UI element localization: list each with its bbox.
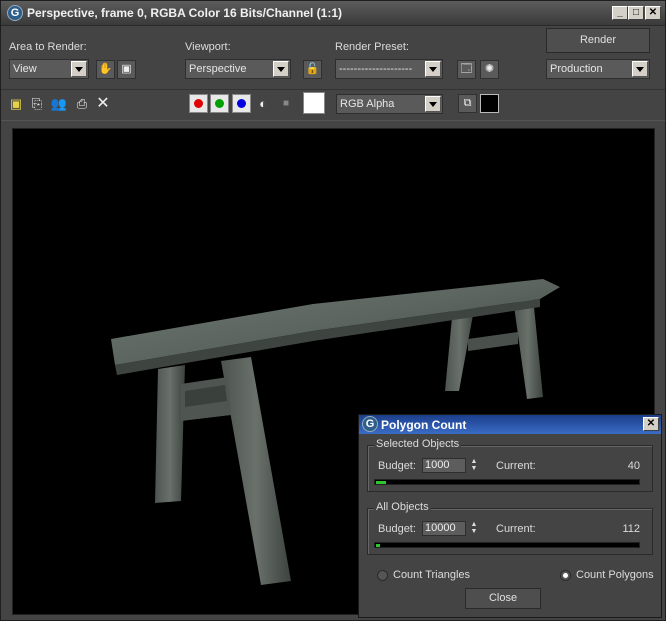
all-progress-bar <box>374 542 640 548</box>
print-icon[interactable]: ⎙ <box>73 95 91 113</box>
count-polygons-label[interactable]: Count Polygons <box>576 569 654 581</box>
pixel-color-swatch[interactable] <box>303 92 325 114</box>
viewport-dropdown[interactable]: Perspective <box>185 59 291 79</box>
display-toggle-icon[interactable] <box>480 94 499 113</box>
viewport-label: Viewport: <box>185 41 231 53</box>
green-channel-toggle[interactable] <box>210 94 229 113</box>
viewport-value: Perspective <box>189 63 247 75</box>
dialog-title: Polygon Count <box>381 418 467 432</box>
all-objects-group: All Objects Budget: 10000 ▲ ▼ Current: 11… <box>367 501 653 555</box>
hand-icon[interactable]: ✋ <box>96 60 115 79</box>
title-bar: G Perspective, frame 0, RGBA Color 16 Bi… <box>1 1 665 26</box>
rendered-frame-window: G Perspective, frame 0, RGBA Color 16 Bi… <box>0 0 666 621</box>
all-current-label: Current: <box>496 523 536 535</box>
color-swatch-icon: ■ <box>282 98 290 109</box>
all-objects-caption: All Objects <box>374 501 431 513</box>
lock-icon[interactable]: 🔓 <box>303 60 322 79</box>
area-to-render-dropdown[interactable]: View <box>9 59 89 79</box>
render-mode-dropdown[interactable]: Production <box>546 59 650 79</box>
render-button[interactable]: Render <box>546 28 650 53</box>
toggle-ui-overlay-icon[interactable]: ⧉ <box>458 94 477 113</box>
count-polygons-radio[interactable] <box>560 570 571 581</box>
chevron-down-icon <box>273 61 289 77</box>
red-channel-toggle[interactable] <box>189 94 208 113</box>
area-to-render-label: Area to Render: <box>9 41 87 53</box>
environment-icon[interactable]: ✺ <box>480 60 499 79</box>
render-preset-label: Render Preset: <box>335 41 409 53</box>
window-title: Perspective, frame 0, RGBA Color 16 Bits… <box>27 6 342 20</box>
dialog-close-icon[interactable]: ✕ <box>643 417 659 431</box>
selected-objects-caption: Selected Objects <box>374 438 462 450</box>
app-logo-icon: G <box>7 5 23 21</box>
close-button[interactable]: Close <box>465 588 541 609</box>
chevron-down-icon <box>71 61 87 77</box>
polygon-count-dialog: G Polygon Count ✕ Selected Objects Budge… <box>358 414 662 618</box>
count-triangles-radio[interactable] <box>377 570 388 581</box>
copy-icon[interactable]: ⎘ <box>28 95 46 113</box>
render-setup-icon[interactable]: 🗔 <box>457 60 476 79</box>
minimize-button[interactable]: _ <box>612 6 628 20</box>
selected-budget-input[interactable]: 1000 <box>422 458 466 473</box>
selected-budget-label: Budget: <box>378 460 416 472</box>
channel-display-value: RGB Alpha <box>340 98 395 110</box>
region-icon[interactable]: ▣ <box>117 60 136 79</box>
all-budget-spinner[interactable]: ▲ ▼ <box>468 521 480 536</box>
render-preset-value: -------------------- <box>339 63 413 75</box>
blue-channel-toggle[interactable] <box>232 94 251 113</box>
count-triangles-label[interactable]: Count Triangles <box>393 569 470 581</box>
chevron-down-icon <box>425 96 441 112</box>
render-mode-value: Production <box>550 63 603 75</box>
all-progress-fill <box>376 544 380 547</box>
render-preset-dropdown[interactable]: -------------------- <box>335 59 443 79</box>
all-budget-label: Budget: <box>378 523 416 535</box>
selected-progress-bar <box>374 479 640 485</box>
selected-progress-fill <box>376 481 386 484</box>
dialog-title-bar: G Polygon Count ✕ <box>359 415 661 434</box>
selected-objects-group: Selected Objects Budget: 1000 ▲ ▼ Current… <box>367 438 653 492</box>
selected-budget-spinner[interactable]: ▲ ▼ <box>468 458 480 473</box>
all-budget-input[interactable]: 10000 <box>422 521 466 536</box>
clear-icon[interactable]: ✕ <box>94 95 112 113</box>
all-current-value: 112 <box>622 523 640 535</box>
chevron-down-icon <box>632 61 648 77</box>
chevron-down-icon <box>425 61 441 77</box>
maximize-button[interactable]: □ <box>628 6 644 20</box>
clone-window-icon[interactable]: 👥 <box>50 95 68 113</box>
app-logo-icon: G <box>362 416 378 432</box>
monochrome-icon[interactable]: ◐ <box>254 95 272 113</box>
close-window-button[interactable]: ✕ <box>645 6 661 20</box>
selected-current-label: Current: <box>496 460 536 472</box>
save-icon[interactable]: ▣ <box>7 95 25 113</box>
channel-display-dropdown[interactable]: RGB Alpha <box>336 94 443 114</box>
area-to-render-value: View <box>13 63 37 75</box>
selected-current-value: 40 <box>627 460 640 472</box>
